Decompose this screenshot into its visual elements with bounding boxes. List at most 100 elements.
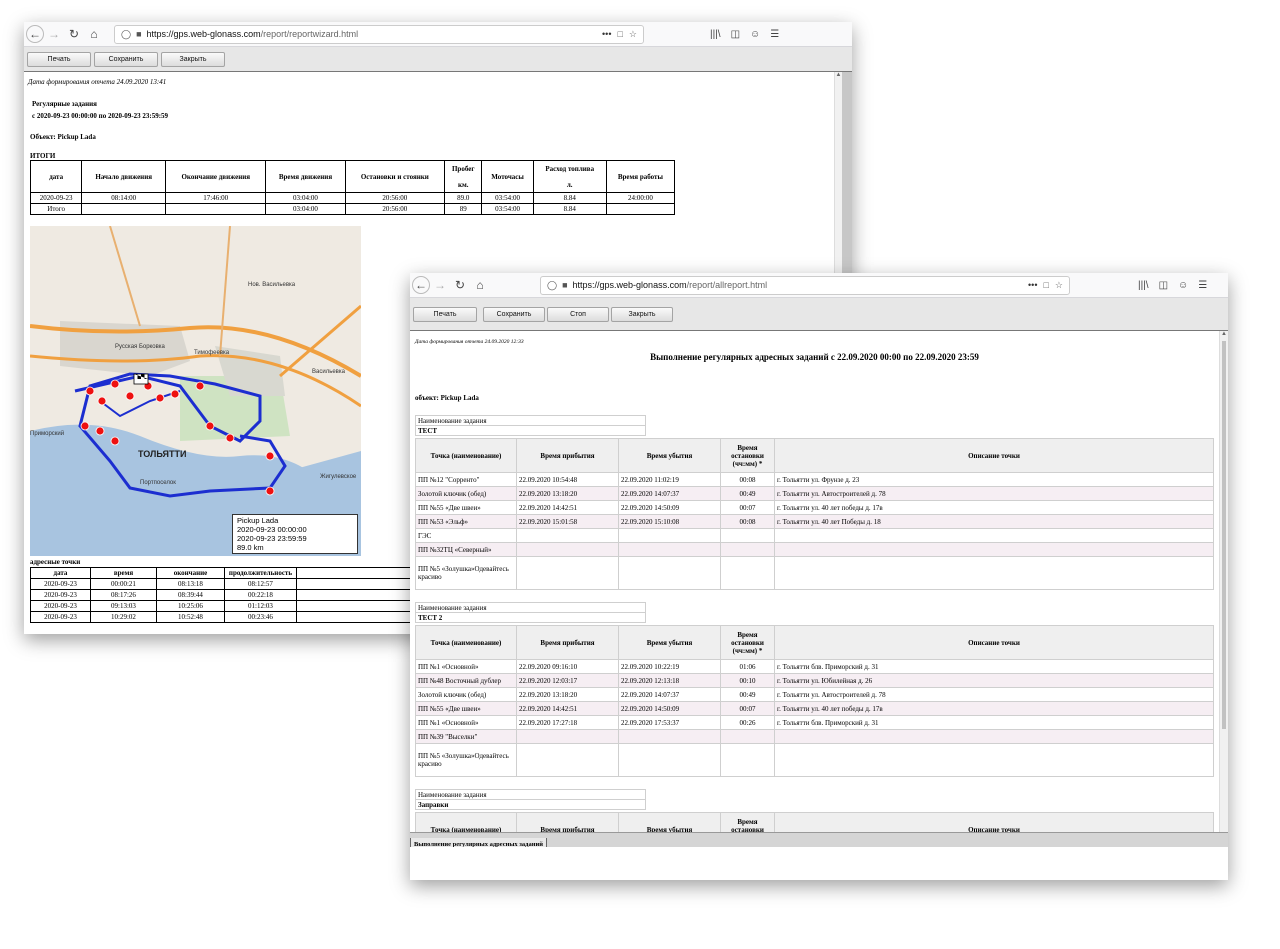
scroll-up-icon[interactable]: ▲ [835, 72, 842, 78]
reload-icon[interactable]: ↻ [450, 278, 470, 292]
library-icon[interactable]: |||\ [1138, 280, 1149, 291]
reload-icon[interactable]: ↻ [64, 27, 84, 41]
save-button[interactable]: Сохранить [94, 51, 158, 67]
table-row: ПП №55 «Две швеи» 22.09.2020 14:42:51 22.0… [415, 701, 1214, 716]
table-row: ПП №39 "Выселки" [415, 729, 1214, 744]
table-row: ПП №5 «Золушка»Одевайтесь красиво [415, 743, 1214, 777]
th-description: Описание точки [774, 625, 1214, 660]
browser-toolbar: ← → ↻ ⌂ ◯ ■ https://gps.web-glonass.com /… [410, 273, 1228, 298]
report-period: с 2020-09-23 00:00:00 по 2020-09-23 23:5… [32, 112, 169, 120]
map-label: Тимофеевка [194, 350, 230, 356]
th-departure: Время убытия [618, 625, 721, 660]
stop-button[interactable]: Стоп [547, 306, 609, 322]
table-row: ПП №55 «Две швеи» 22.09.2020 14:42:51 22.0… [415, 500, 1214, 515]
cell: ПП №39 "Выселки" [415, 729, 517, 744]
bookmark-star-icon[interactable]: ☆ [1055, 280, 1063, 291]
sidebar-icon[interactable]: ◫ [1159, 280, 1168, 291]
sidebar-icon[interactable]: ◫ [731, 29, 740, 40]
menu-icon[interactable]: ☰ [1198, 280, 1207, 291]
points-label: адресные точки [30, 558, 81, 566]
forward-icon[interactable]: → [430, 278, 450, 292]
forward-icon[interactable]: → [44, 27, 64, 41]
th-stop: Время остановки (чч:мм) * [720, 625, 775, 660]
cell: 22.09.2020 17:53:37 [618, 715, 721, 730]
route-map[interactable]: Нов. Васильевка Русская Борковка Тимофее… [30, 226, 361, 556]
pocket-icon[interactable]: □ [617, 29, 622, 39]
task-name-label: Наименование задания [415, 602, 646, 613]
pocket-icon[interactable]: □ [1043, 280, 1048, 290]
address-bar[interactable]: ◯ ■ https://gps.web-glonass.com/report/r… [114, 24, 644, 44]
menu-icon[interactable]: ☰ [770, 29, 779, 40]
library-icon[interactable]: |||\ [710, 29, 721, 40]
cell: Золотой ключик (обед) [415, 486, 517, 501]
cell: 22.09.2020 14:42:51 [516, 500, 619, 515]
fuel-unit: л. [566, 180, 573, 189]
cell: 00:49 [720, 486, 775, 501]
account-icon[interactable]: ☺ [750, 29, 760, 40]
table-row: ПП №48 Восточный дублер 22.09.2020 12:03:… [415, 673, 1214, 688]
cell: 22.09.2020 14:50:09 [618, 500, 721, 515]
cell: ГЭС [415, 528, 517, 543]
account-icon[interactable]: ☺ [1178, 280, 1188, 291]
cell: 22.09.2020 09:16:10 [516, 659, 619, 674]
cell: 10:25:06 [156, 600, 225, 612]
cell: ПП №1 «Основной» [415, 715, 517, 730]
cell: 20:56:00 [344, 192, 446, 204]
browser-toolbar: ← → ↻ ⌂ ◯ ■ https://gps.web-glonass.com /… [24, 22, 852, 47]
address-bar[interactable]: ◯ ■ https://gps.web-glonass.com/report/a… [540, 275, 1070, 295]
cell: 22.09.2020 11:02:19 [618, 472, 721, 487]
cell: 22.09.2020 12:13:18 [618, 673, 721, 688]
cell: 2020-09-23 [30, 611, 91, 623]
table-row: ПП №32ТЦ «Северный» [415, 542, 1214, 557]
all-report-window: ← → ↻ ⌂ ◯ ■ https://gps.web-glonass.com /… [410, 273, 1228, 880]
th: окончание [156, 567, 225, 579]
cell [81, 203, 167, 215]
lock-icon: ■ [562, 280, 568, 290]
print-button[interactable]: Печать [413, 306, 477, 322]
task-name-table: Наименование задания ТЕСТ [415, 415, 646, 436]
cell: 22.09.2020 14:50:09 [618, 701, 721, 716]
report-tab[interactable]: Выполнение регулярных адресных заданий [410, 838, 547, 847]
close-button[interactable]: Закрыть [161, 51, 225, 67]
task-name-label: Наименование задания [415, 415, 646, 426]
task-name: Заправки [415, 799, 646, 810]
cell: 00:23:46 [224, 611, 297, 623]
page-actions-icon[interactable]: ••• [602, 29, 611, 39]
th-work: Время работы [605, 160, 676, 193]
scrollbar[interactable]: ▲ ▼ [1219, 331, 1228, 847]
map-label: Русская Борковка [115, 344, 165, 350]
home-icon[interactable]: ⌂ [470, 278, 490, 292]
th: продолжительность [224, 567, 297, 579]
cell: 22.09.2020 14:42:51 [516, 701, 619, 716]
scroll-thumb[interactable] [1222, 341, 1226, 729]
map-city-label: ТОЛЬЯТТИ [138, 449, 187, 459]
report-body: ▲ ▼ Дата формирования отчета 24.09.2020 … [410, 331, 1228, 847]
scroll-up-icon[interactable]: ▲ [1220, 331, 1228, 337]
bookmark-star-icon[interactable]: ☆ [629, 29, 637, 40]
cell: 2020-09-23 [30, 600, 91, 612]
task-name-table: Наименование задания ТЕСТ 2 [415, 602, 646, 623]
print-button[interactable]: Печать [27, 51, 91, 67]
report-date: Дата формирования отчета 24.09.2020 13:4… [28, 78, 167, 86]
cell: 00:08 [720, 514, 775, 529]
th-move: Время движения [265, 160, 346, 193]
cell: 00:26 [720, 715, 775, 730]
th-moto: Моточасы [481, 160, 534, 193]
th-stop: Время остановки (чч:мм) * [720, 438, 775, 473]
cell: 24:00:00 [605, 192, 676, 204]
cell: 22.09.2020 14:07:37 [618, 687, 721, 702]
cell: Итого [29, 203, 83, 215]
url-path: /report/allreport.html [686, 280, 768, 290]
back-icon[interactable]: ← [412, 276, 430, 294]
cell: 17:46:00 [165, 192, 267, 204]
cell: 03:04:00 [265, 192, 346, 204]
cell: 22.09.2020 15:01:58 [516, 514, 619, 529]
home-icon[interactable]: ⌂ [84, 27, 104, 41]
save-button[interactable]: Сохранить [483, 306, 545, 322]
back-icon[interactable]: ← [26, 25, 44, 43]
page-actions-icon[interactable]: ••• [1028, 280, 1037, 290]
cell: г. Тольятти блв. Приморский д. 31 [774, 715, 1214, 730]
mileage-unit: км. [457, 180, 469, 189]
close-button[interactable]: Закрыть [611, 306, 673, 322]
cell: ПП №5 «Золушка»Одевайтесь красиво [415, 556, 517, 590]
